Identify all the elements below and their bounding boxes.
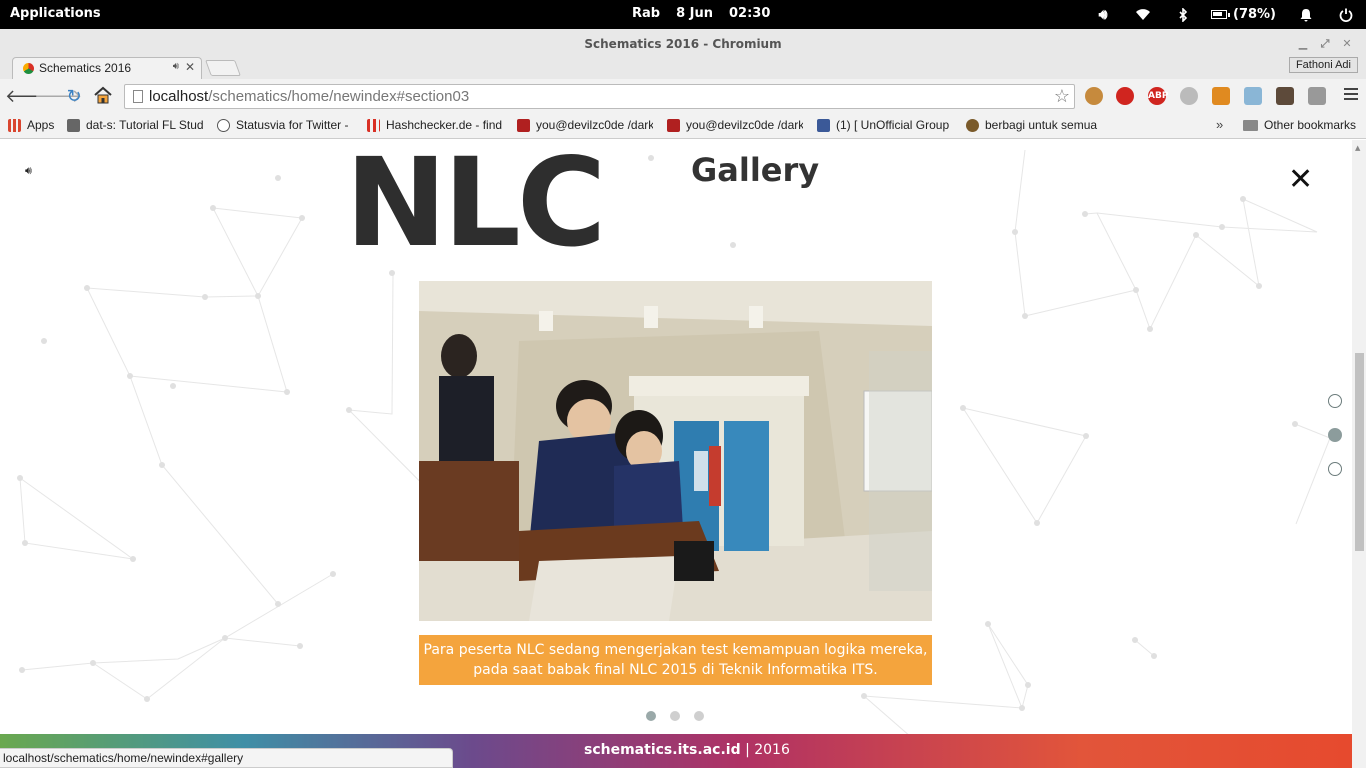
- maximize-icon[interactable]: ⤢: [1314, 29, 1336, 59]
- slide-dot[interactable]: [694, 711, 704, 721]
- bookmark-favicon-icon: [67, 118, 80, 132]
- wifi-icon[interactable]: [1123, 0, 1163, 29]
- bookmark-apps[interactable]: Apps: [8, 118, 54, 132]
- tab-label: Schematics 2016: [39, 61, 132, 75]
- section-navigation: [1328, 394, 1342, 496]
- other-bookmarks-label: Other bookmarks: [1264, 118, 1357, 132]
- back-arrow-icon[interactable]: 🡐: [5, 86, 53, 108]
- section-nav-dot[interactable]: [1328, 462, 1342, 476]
- scroll-up-arrow-icon[interactable]: ▲: [1355, 144, 1360, 152]
- window-close-icon[interactable]: ✕: [1336, 29, 1358, 59]
- bookmark-berbagi[interactable]: berbagi untuk semua: [966, 118, 1102, 132]
- adblock-plus-icon[interactable]: ABP: [1148, 87, 1168, 105]
- bookmark-hashchecker[interactable]: Hashchecker.de - find: [367, 118, 503, 132]
- gallery-photo: [419, 281, 932, 621]
- battery-percent: (78%): [1233, 7, 1276, 22]
- slide-indicators: [646, 711, 718, 721]
- footer-site[interactable]: schematics.its.ac.id: [584, 742, 741, 758]
- bookmark-dat-s[interactable]: dat-s: Tutorial FL Stud: [67, 118, 203, 132]
- footer-year: 2016: [754, 742, 790, 758]
- new-tab-button[interactable]: [205, 60, 241, 76]
- photo-caption: Para peserta NLC sedang mengerjakan test…: [419, 635, 932, 685]
- power-icon[interactable]: [1326, 0, 1366, 29]
- footer-separator: |: [745, 742, 750, 758]
- window-title: Schematics 2016 - Chromium: [584, 37, 782, 51]
- bookmark-devilzc0de-2[interactable]: you@devilzc0de /dark: [667, 118, 803, 132]
- bookmark-star-icon[interactable]: ☆: [1054, 86, 1070, 107]
- tab-schematics[interactable]: Schematics 2016 🔊︎ ✕: [12, 57, 202, 79]
- clock-date: 8 Jun: [676, 6, 714, 21]
- clock-time: 02:30: [729, 6, 771, 21]
- profile-button[interactable]: Fathoni Adi: [1288, 57, 1358, 73]
- extension-photo-icon[interactable]: [1244, 87, 1262, 105]
- scroll-thumb[interactable]: [1355, 353, 1364, 551]
- page-sound-icon[interactable]: 🔊︎: [25, 164, 32, 178]
- bookmark-statusvia[interactable]: Statusvia for Twitter -: [217, 118, 352, 132]
- close-gallery-icon[interactable]: ✕: [1288, 162, 1313, 197]
- gallery-photo-image: [419, 281, 932, 621]
- ublock-extension-icon[interactable]: [1116, 87, 1134, 105]
- system-clock[interactable]: Rab 8 Jun 02:30: [632, 6, 786, 21]
- clock-day: Rab: [632, 6, 661, 21]
- slide-dot[interactable]: [646, 711, 656, 721]
- page-scrollbar[interactable]: ▲: [1352, 140, 1366, 768]
- battery-indicator[interactable]: (78%): [1203, 0, 1286, 29]
- apps-grid-icon: [8, 118, 21, 132]
- bookmark-favicon-icon: [966, 118, 979, 132]
- extension-circle-icon[interactable]: [1180, 87, 1198, 105]
- page-icon: [133, 90, 143, 103]
- facebook-icon: [817, 118, 830, 132]
- footer-text: schematics.its.ac.id | 2016: [584, 742, 790, 758]
- battery-icon: [1211, 10, 1230, 19]
- bookmark-label: you@devilzc0de /dark: [686, 118, 803, 132]
- bookmark-label: you@devilzc0de /dark: [536, 118, 653, 132]
- volume-icon[interactable]: 🔊︎: [1083, 0, 1123, 29]
- bookmark-devilzc0de-1[interactable]: you@devilzc0de /dark: [517, 118, 653, 132]
- tab-strip: Schematics 2016 🔊︎ ✕ Fathoni Adi: [0, 57, 1366, 79]
- bookmark-favicon-icon: [667, 118, 680, 132]
- bookmark-favicon-icon: [517, 118, 530, 132]
- reload-icon[interactable]: ↻: [63, 86, 85, 108]
- applications-menu[interactable]: Applications: [10, 6, 101, 21]
- url-host: localhost: [149, 88, 209, 105]
- instagram-extension-icon[interactable]: [1276, 87, 1294, 105]
- window-titlebar: Schematics 2016 - Chromium ▁ ⤢ ✕: [0, 29, 1366, 57]
- md-extension-icon[interactable]: [1308, 87, 1326, 105]
- bookmark-label: berbagi untuk semua: [985, 118, 1098, 132]
- status-bubble: localhost/schematics/home/newindex#galle…: [0, 748, 453, 768]
- minimize-icon[interactable]: ▁: [1292, 29, 1314, 59]
- bookmark-label: dat-s: Tutorial FL Stud: [86, 118, 203, 132]
- other-bookmarks[interactable]: Other bookmarks: [1243, 118, 1356, 132]
- chromium-favicon-icon: [23, 63, 34, 74]
- bookmark-favicon-icon: [367, 118, 380, 132]
- bookmark-label: Apps: [27, 118, 55, 132]
- url-path: /schematics/home/newindex#section03: [208, 88, 470, 105]
- system-top-panel: Applications Rab 8 Jun 02:30 🔊︎ (78%): [0, 0, 1366, 29]
- folder-icon: [1243, 119, 1258, 131]
- tab-close-icon[interactable]: ✕: [185, 60, 195, 74]
- bluetooth-icon[interactable]: [1163, 0, 1203, 29]
- home-icon[interactable]: [92, 86, 114, 108]
- gallery-title: Gallery: [691, 151, 820, 189]
- bookmarks-overflow-button[interactable]: »: [1216, 117, 1223, 132]
- slide-dot[interactable]: [670, 711, 680, 721]
- browser-toolbar: 🡐 🡒 ↻ localhost/schematics/home/newindex…: [0, 79, 1366, 114]
- nlc-heading: NLC: [345, 140, 606, 274]
- address-bar[interactable]: localhost/schematics/home/newindex#secti…: [124, 84, 1075, 109]
- notification-bell-icon[interactable]: [1286, 0, 1326, 29]
- bookmark-favicon-icon: [217, 118, 230, 132]
- bookmark-unofficial-group[interactable]: (1) [ UnOfficial Group: [817, 118, 953, 132]
- tab-audio-icon[interactable]: 🔊︎: [173, 61, 179, 72]
- bookmarks-bar: Apps dat-s: Tutorial FL Stud Statusvia f…: [0, 114, 1366, 139]
- rss-extension-icon[interactable]: [1212, 87, 1230, 105]
- bookmark-label: Statusvia for Twitter -: [236, 118, 349, 132]
- bookmark-label: (1) [ UnOfficial Group: [836, 118, 950, 132]
- section-nav-dot[interactable]: [1328, 394, 1342, 408]
- web-page: 🔊︎ NLC Gallery ✕ Para peserta NLC sedang…: [0, 140, 1352, 768]
- cookie-extension-icon[interactable]: [1085, 87, 1103, 105]
- section-nav-dot[interactable]: [1328, 428, 1342, 442]
- menu-hamburger-icon[interactable]: [1344, 88, 1358, 102]
- forward-arrow-icon[interactable]: 🡒: [34, 86, 82, 108]
- bookmark-label: Hashchecker.de - find: [386, 118, 503, 132]
